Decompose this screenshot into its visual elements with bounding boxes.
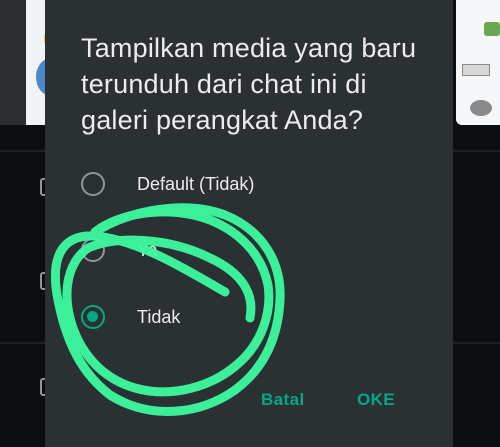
option-default[interactable]: Default (Tidak) [81, 164, 401, 204]
radio-yes[interactable] [81, 238, 105, 262]
option-label-yes: Ya [137, 239, 158, 260]
radio-default[interactable] [81, 172, 105, 196]
media-thumbnail-right[interactable] [456, 0, 500, 125]
option-label-no: Tidak [137, 306, 181, 327]
dialog-title: Tampilkan media yang baru terunduh dari … [81, 33, 417, 135]
media-visibility-dialog: Tampilkan media yang baru terunduh dari … [45, 0, 453, 447]
thumbnail-art [484, 22, 500, 36]
option-no[interactable]: Tidak [81, 297, 401, 337]
ok-button[interactable]: OKE [357, 390, 395, 410]
cancel-button[interactable]: Batal [261, 390, 305, 410]
option-yes[interactable]: Ya [81, 230, 401, 270]
thumbnail-art [470, 100, 492, 116]
radio-no[interactable] [81, 305, 105, 329]
option-label-default: Default (Tidak) [137, 173, 255, 194]
thumbnail-art [462, 64, 490, 76]
background-panel-left [0, 0, 26, 125]
